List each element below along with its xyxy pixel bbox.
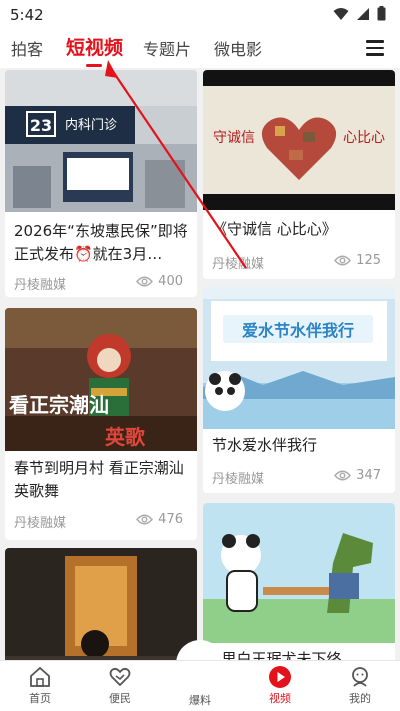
- video-thumbnail: 看正宗潮汕 英歌: [5, 308, 197, 451]
- view-count: 400: [136, 274, 183, 289]
- svg-text:英歌: 英歌: [105, 425, 146, 449]
- nav-report[interactable]: 爆料: [160, 661, 240, 711]
- nav-video-label: 视频: [269, 692, 291, 705]
- svg-text:看正宗潮汕: 看正宗潮汕: [9, 393, 109, 417]
- tab-short-video[interactable]: 短视频: [66, 33, 123, 60]
- video-card[interactable]: 守诚信 心比心 《守诚信 心比心》 丹棱融媒 125: [203, 70, 395, 279]
- video-source: 丹棱融媒: [14, 278, 67, 293]
- video-thumbnail: 守诚信 心比心: [203, 70, 395, 210]
- video-source: 丹棱融媒: [212, 257, 265, 272]
- eye-icon: [136, 514, 154, 525]
- video-card[interactable]: 爱水节水伴我行 节水爱水伴我行 丹棱融媒 347: [203, 287, 395, 493]
- status-time: 5:42: [10, 6, 44, 24]
- video-thumbnail: [5, 548, 197, 660]
- video-title: 1里白玉琚尤未下终: [212, 650, 342, 660]
- bottom-navigation: 首页 便民 爆料 视频 我的: [0, 660, 400, 711]
- svg-text:爱水节水伴我行: 爱水节水伴我行: [242, 321, 354, 340]
- view-count-value: 347: [356, 468, 381, 483]
- video-thumbnail: 爱水节水伴我行: [203, 287, 395, 429]
- nav-profile-label: 我的: [349, 692, 371, 705]
- svg-text:内科门诊: 内科门诊: [65, 117, 117, 133]
- video-title: 《守诚信 心比心》: [212, 220, 337, 238]
- nav-home[interactable]: 首页: [0, 661, 80, 711]
- svg-text:守诚信: 守诚信: [213, 130, 255, 146]
- eye-icon: [136, 276, 154, 287]
- nav-profile[interactable]: 我的: [320, 661, 400, 711]
- eye-icon: [334, 255, 352, 266]
- video-title: 节水爱水伴我行: [212, 436, 318, 454]
- video-feed: 23 内科门诊 2026年“东坡惠民保”即将正式发布⏰就在3月… 丹棱融媒 40…: [0, 68, 400, 660]
- category-tab-bar: 拍客 短视频 专题片 微电影: [0, 30, 400, 68]
- video-title: 春节到明月村 看正宗潮汕英歌舞: [14, 459, 184, 500]
- nav-home-label: 首页: [29, 692, 51, 705]
- status-bar: 5:42: [0, 0, 400, 30]
- heart-hand-icon: [109, 667, 131, 687]
- tab-micro-film[interactable]: 微电影: [214, 36, 262, 60]
- status-icons: [333, 6, 386, 21]
- wifi-icon: [333, 7, 349, 20]
- video-card[interactable]: 23 内科门诊 2026年“东坡惠民保”即将正式发布⏰就在3月… 丹棱融媒 40…: [5, 70, 197, 297]
- video-card[interactable]: [5, 548, 197, 660]
- view-count-value: 400: [158, 274, 183, 289]
- video-title: 2026年“东坡惠民保”即将正式发布⏰就在3月…: [14, 222, 188, 263]
- eye-icon: [334, 470, 352, 481]
- view-count-value: 476: [158, 512, 183, 527]
- tab-special-feature[interactable]: 专题片: [143, 36, 191, 60]
- view-count: 347: [334, 468, 381, 483]
- video-thumbnail: [203, 503, 395, 643]
- profile-icon: [352, 667, 368, 687]
- view-count: 476: [136, 512, 183, 527]
- video-card[interactable]: 看正宗潮汕 英歌 春节到明月村 看正宗潮汕英歌舞 丹棱融媒 476: [5, 308, 197, 540]
- nav-video[interactable]: 视频: [240, 661, 320, 711]
- view-count: 125: [334, 253, 381, 268]
- home-icon: [30, 666, 50, 687]
- menu-icon[interactable]: [366, 40, 384, 56]
- nav-convenience[interactable]: 便民: [80, 661, 160, 711]
- tab-paike[interactable]: 拍客: [11, 36, 43, 60]
- active-tab-indicator: [86, 64, 102, 67]
- nav-convenience-label: 便民: [109, 692, 131, 705]
- play-icon: [269, 666, 291, 688]
- video-source: 丹棱融媒: [212, 472, 265, 487]
- signal-icon: [357, 7, 369, 20]
- svg-text:23: 23: [30, 116, 52, 135]
- nav-report-label: 爆料: [189, 694, 211, 707]
- video-source: 丹棱融媒: [14, 516, 67, 531]
- video-thumbnail: 23 内科门诊: [5, 70, 197, 212]
- battery-icon: [377, 6, 386, 21]
- video-card[interactable]: 1里白玉琚尤未下终: [203, 503, 395, 660]
- view-count-value: 125: [356, 253, 381, 268]
- svg-text:心比心: 心比心: [343, 130, 385, 146]
